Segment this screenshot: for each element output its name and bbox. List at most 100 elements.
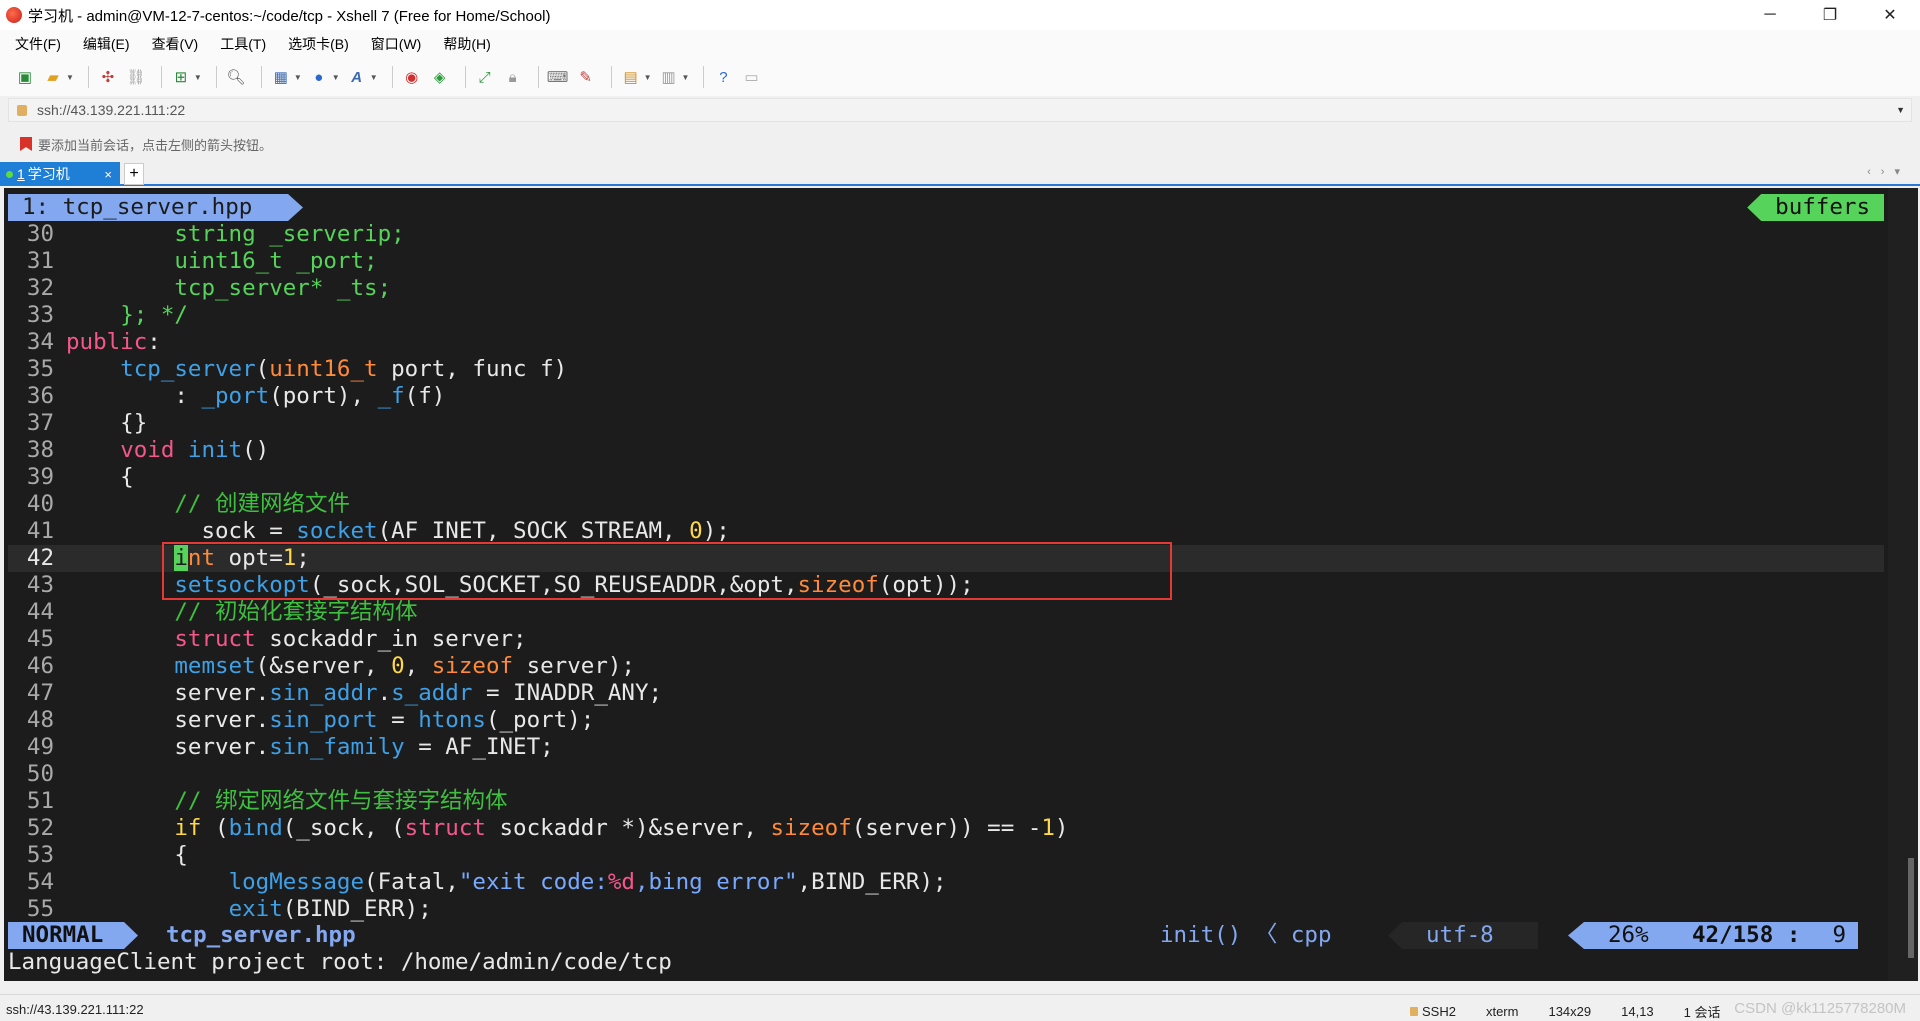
code-line[interactable]: 52 if (bind(_sock, (struct sockaddr *)&s… bbox=[8, 815, 1884, 842]
menu-edit[interactable]: 编辑(E) bbox=[80, 32, 133, 56]
new-tab-dropdown-icon[interactable]: ▼ bbox=[194, 73, 202, 82]
reconnect-icon[interactable]: ✣ bbox=[97, 66, 119, 88]
code-line[interactable]: 34 public: bbox=[8, 329, 1884, 356]
open-dropdown-icon[interactable]: ▼ bbox=[66, 73, 74, 82]
code-token: , bbox=[404, 653, 432, 679]
code-line[interactable]: 30 string _serverip; bbox=[8, 221, 1884, 248]
code-line[interactable]: 43 setsockopt(_sock,SOL_SOCKET,SO_REUSEA… bbox=[8, 572, 1884, 599]
fullscreen-icon[interactable]: ⤢ bbox=[474, 66, 496, 88]
status-address: ssh://43.139.221.111:22 bbox=[6, 1002, 144, 1017]
close-button[interactable]: ✕ bbox=[1860, 0, 1920, 30]
code-token: _sock = bbox=[66, 518, 297, 544]
code-token: (f) bbox=[404, 383, 446, 409]
new-session-icon[interactable]: ▣ bbox=[14, 66, 36, 88]
xshell-app-icon[interactable] bbox=[6, 7, 22, 23]
toolbar-separator bbox=[610, 66, 612, 88]
layout-dropdown-icon[interactable]: ▼ bbox=[682, 73, 690, 82]
code-token: // 绑定网络文件与套接字结构体 bbox=[174, 788, 508, 814]
code-token: socket bbox=[296, 518, 378, 544]
toolbar: ▣ ▰ ▼ ✣ ⛓ ⊞ ▼ 🔍︎ ▦ ▼ ● ▼ A ▼ ◉ ◈ ⤢ 🔒︎ ⌨ … bbox=[0, 58, 1920, 96]
code-line[interactable]: 53 { bbox=[8, 842, 1884, 869]
lock-icon[interactable]: 🔒︎ bbox=[502, 66, 524, 88]
code-line[interactable]: 42 int opt=1; bbox=[8, 545, 1884, 572]
code-line[interactable]: 50 bbox=[8, 761, 1884, 788]
code-line[interactable]: 40 // 创建网络文件 bbox=[8, 491, 1884, 518]
properties-dropdown-icon[interactable]: ▼ bbox=[294, 73, 302, 82]
properties-icon[interactable]: ▦ bbox=[270, 66, 292, 88]
code-line[interactable]: 41 _sock = socket(AF_INET, SOCK_STREAM, … bbox=[8, 518, 1884, 545]
menu-tools[interactable]: 工具(T) bbox=[217, 32, 269, 56]
xftp-icon[interactable]: ◈ bbox=[429, 66, 451, 88]
highlight-icon[interactable]: ✎ bbox=[575, 66, 597, 88]
minimize-button[interactable]: ─ bbox=[1740, 0, 1800, 30]
status-separator: : bbox=[1786, 922, 1801, 948]
xshell-icon[interactable]: ◉ bbox=[401, 66, 423, 88]
window-title: 学习机 - admin@VM-12-7-centos:~/code/tcp - … bbox=[28, 7, 551, 25]
code-line[interactable]: 36 : _port(port), _f(f) bbox=[8, 383, 1884, 410]
code-token: struct bbox=[404, 815, 486, 841]
scrollbar-thumb[interactable] bbox=[1908, 858, 1914, 958]
code-line[interactable]: 48 server.sin_port = htons(_port); bbox=[8, 707, 1884, 734]
window-controls: ─ ❐ ✕ bbox=[1740, 0, 1920, 30]
globe-dropdown-icon[interactable]: ▼ bbox=[332, 73, 340, 82]
help-icon[interactable]: ? bbox=[712, 66, 734, 88]
globe-icon[interactable]: ● bbox=[308, 66, 330, 88]
find-icon[interactable]: 🔍︎ bbox=[225, 66, 247, 88]
vim-message-line: LanguageClient project root: /home/admin… bbox=[8, 949, 672, 975]
code-token: ,bing error" bbox=[634, 869, 798, 895]
code-line[interactable]: 33 }; */ bbox=[8, 302, 1884, 329]
keyboard-icon[interactable]: ⌨ bbox=[547, 66, 569, 88]
terminal-scrollbar[interactable] bbox=[1888, 188, 1918, 981]
code-line[interactable]: 38 void init() bbox=[8, 437, 1884, 464]
code-line[interactable]: 46 memset(&server, 0, sizeof server); bbox=[8, 653, 1884, 680]
tab-close-icon[interactable]: × bbox=[104, 167, 112, 182]
toolbar-separator bbox=[703, 66, 705, 88]
new-tab-icon[interactable]: ⊞ bbox=[170, 66, 192, 88]
status-items: SSH2 xterm 134x29 14,13 1 会话 bbox=[1410, 1002, 1751, 1021]
line-number: 34 bbox=[26, 329, 54, 355]
tab-nav-arrows-icon[interactable]: ‹›▾ bbox=[1867, 165, 1910, 178]
code-area[interactable]: 30 string _serverip; 31 uint16_t _port; 32… bbox=[8, 221, 1884, 923]
code-token: ); bbox=[702, 518, 730, 544]
code-line[interactable]: 37 {} bbox=[8, 410, 1884, 437]
code-line[interactable]: 49 server.sin_family = AF_INET; bbox=[8, 734, 1884, 761]
script-dropdown-icon[interactable]: ▼ bbox=[644, 73, 652, 82]
menu-help[interactable]: 帮助(H) bbox=[440, 32, 493, 56]
menu-window[interactable]: 窗口(W) bbox=[368, 32, 425, 56]
status-column: 9 bbox=[1832, 922, 1846, 948]
code-line[interactable]: 35 tcp_server(uint16_t port, func f) bbox=[8, 356, 1884, 383]
code-line[interactable]: 45 struct sockaddr_in server; bbox=[8, 626, 1884, 653]
menu-tab[interactable]: 选项卡(B) bbox=[285, 32, 352, 56]
code-token: tcp_server* _ts; bbox=[174, 275, 392, 301]
line-number: 37 bbox=[26, 410, 54, 436]
disconnect-icon[interactable]: ⛓ bbox=[125, 66, 147, 88]
address-dropdown-icon[interactable]: ▼ bbox=[1896, 105, 1905, 115]
tab-session[interactable]: 1 学习机 × bbox=[0, 162, 120, 186]
terminal[interactable]: 1: tcp_server.hpp buffers 30 string _ser… bbox=[0, 188, 1920, 981]
code-line[interactable]: 55 exit(BIND_ERR); bbox=[8, 896, 1884, 923]
menu-view[interactable]: 查看(V) bbox=[149, 32, 202, 56]
code-line[interactable]: 54 logMessage(Fatal,"exit code:%d,bing e… bbox=[8, 869, 1884, 896]
layout-icon[interactable]: ▥ bbox=[658, 66, 680, 88]
code-line[interactable]: 47 server.sin_addr.s_addr = INADDR_ANY; bbox=[8, 680, 1884, 707]
font-dropdown-icon[interactable]: ▼ bbox=[370, 73, 378, 82]
code-line[interactable]: 32 tcp_server* _ts; bbox=[8, 275, 1884, 302]
address-bar[interactable]: ssh://43.139.221.111:22 ▼ bbox=[8, 98, 1912, 122]
lock-icon bbox=[17, 104, 27, 116]
menu-file[interactable]: 文件(F) bbox=[12, 32, 64, 56]
code-line[interactable]: 39 { bbox=[8, 464, 1884, 491]
code-line[interactable]: 44 // 初始化套接字结构体 bbox=[8, 599, 1884, 626]
code-line[interactable]: 31 uint16_t _port; bbox=[8, 248, 1884, 275]
address-input[interactable]: ssh://43.139.221.111:22 bbox=[37, 102, 185, 118]
restore-button[interactable]: ❐ bbox=[1800, 0, 1860, 30]
code-line[interactable]: 51 // 绑定网络文件与套接字结构体 bbox=[8, 788, 1884, 815]
bookmark-icon[interactable] bbox=[20, 137, 32, 151]
code-token: server. bbox=[66, 680, 270, 706]
font-icon[interactable]: A bbox=[346, 66, 368, 88]
chat-icon[interactable]: ▭ bbox=[740, 66, 762, 88]
open-folder-icon[interactable]: ▰ bbox=[42, 66, 64, 88]
menu-bar: 文件(F) 编辑(E) 查看(V) 工具(T) 选项卡(B) 窗口(W) 帮助(… bbox=[0, 30, 1920, 58]
add-tab-button[interactable]: + bbox=[124, 163, 144, 185]
script-icon[interactable]: ▤ bbox=[620, 66, 642, 88]
